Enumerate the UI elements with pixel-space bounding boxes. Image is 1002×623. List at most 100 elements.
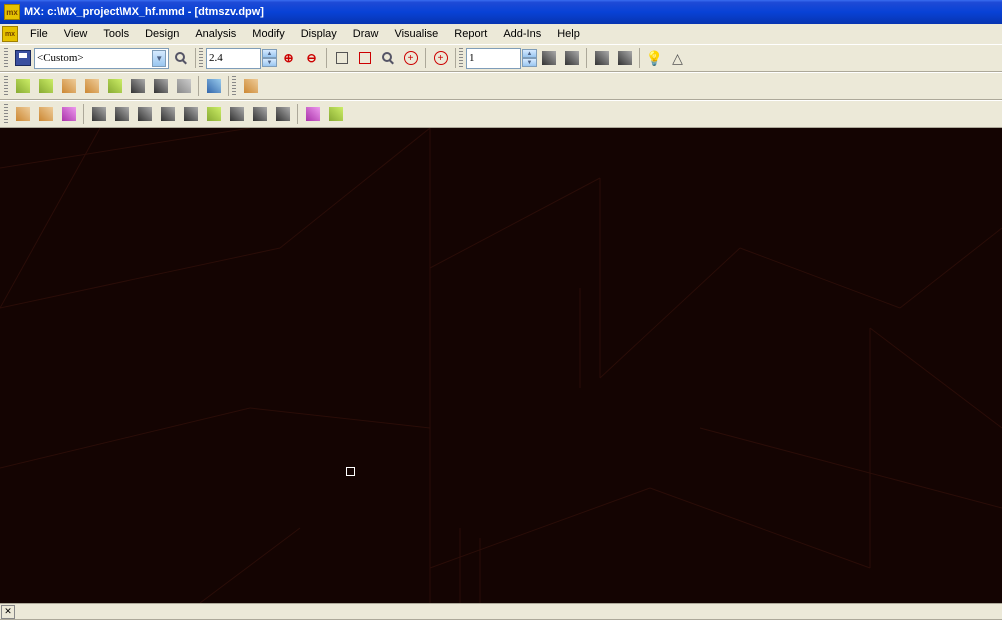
menu-view[interactable]: View (56, 26, 96, 42)
toolbar-main: ▼ ▲▼ ⊕ ⊖ ▲▼ 💡 △ (0, 44, 1002, 72)
tool-btn-4[interactable] (80, 75, 103, 97)
separator (586, 48, 587, 68)
zoom-input[interactable] (206, 48, 261, 69)
warning-button[interactable]: △ (666, 47, 689, 69)
tool-btn-9[interactable] (202, 75, 225, 97)
scale-spinner[interactable]: ▲▼ (522, 49, 537, 67)
tool-icon (85, 79, 99, 93)
layer-combo[interactable]: ▼ (34, 48, 169, 69)
view3d-icon (542, 51, 556, 65)
draw-btn-6[interactable] (133, 103, 156, 125)
menu-addins[interactable]: Add-Ins (495, 26, 549, 42)
spin-up-icon[interactable]: ▲ (522, 49, 537, 58)
zoom-in-icon: ⊕ (283, 52, 293, 64)
draw-btn-4[interactable] (87, 103, 110, 125)
tool-icon (306, 107, 320, 121)
tool-icon (16, 79, 30, 93)
zoom-in-button[interactable]: ⊕ (277, 47, 300, 69)
tool-btn-2[interactable] (34, 75, 57, 97)
zoom-window-button[interactable] (330, 47, 353, 69)
tool-btn-8[interactable] (172, 75, 195, 97)
tool-icon (108, 79, 122, 93)
menu-bar: mx File View Tools Design Analysis Modif… (0, 24, 1002, 44)
zoom-previous-button[interactable] (376, 47, 399, 69)
mesh-overlay (0, 128, 1002, 603)
tool-btn-7[interactable] (149, 75, 172, 97)
pan-button[interactable] (399, 47, 422, 69)
cube-icon (595, 51, 609, 65)
tool-icon (16, 107, 30, 121)
draw-btn-11[interactable] (248, 103, 271, 125)
grip[interactable] (459, 48, 463, 68)
draw-btn-7[interactable] (156, 103, 179, 125)
lightbulb-button[interactable]: 💡 (643, 47, 666, 69)
separator (455, 48, 456, 68)
menu-modify[interactable]: Modify (244, 26, 292, 42)
tool-icon (276, 107, 290, 121)
find-button[interactable] (169, 47, 192, 69)
tool-btn-5[interactable] (103, 75, 126, 97)
scale-value-input[interactable] (469, 52, 518, 64)
draw-btn-5[interactable] (110, 103, 133, 125)
zoom-extents-button[interactable] (353, 47, 376, 69)
tool-icon (92, 107, 106, 121)
center-button[interactable] (429, 47, 452, 69)
grip[interactable] (232, 76, 236, 96)
separator (198, 76, 199, 96)
grip[interactable] (4, 76, 8, 96)
tool-btn-10[interactable] (239, 75, 262, 97)
grip[interactable] (199, 48, 203, 68)
draw-btn-10[interactable] (225, 103, 248, 125)
refresh-button[interactable] (560, 47, 583, 69)
layer-combo-input[interactable] (37, 52, 152, 64)
menu-design[interactable]: Design (137, 26, 187, 42)
draw-btn-12[interactable] (271, 103, 294, 125)
close-panel-button[interactable]: ✕ (1, 605, 15, 619)
spin-down-icon[interactable]: ▼ (522, 58, 537, 67)
menu-analysis[interactable]: Analysis (187, 26, 244, 42)
draw-btn-8[interactable] (179, 103, 202, 125)
zoom-spinner[interactable]: ▲▼ (262, 49, 277, 67)
separator (195, 48, 196, 68)
cube-button[interactable] (590, 47, 613, 69)
tool-btn-1[interactable] (11, 75, 34, 97)
separator (228, 76, 229, 96)
magnifier-icon (175, 52, 185, 62)
grip[interactable] (4, 104, 8, 124)
refresh-icon (565, 51, 579, 65)
drawing-viewport[interactable] (0, 128, 1002, 603)
menu-visualise[interactable]: Visualise (386, 26, 446, 42)
spin-down-icon[interactable]: ▼ (262, 58, 277, 67)
command-panel[interactable] (0, 619, 1002, 623)
tool-btn-3[interactable] (57, 75, 80, 97)
draw-btn-9[interactable] (202, 103, 225, 125)
separator (425, 48, 426, 68)
menu-display[interactable]: Display (293, 26, 345, 42)
draw-btn-13[interactable] (301, 103, 324, 125)
menu-tools[interactable]: Tools (95, 26, 137, 42)
draw-btn-14[interactable] (324, 103, 347, 125)
flag-icon (244, 79, 258, 93)
zoom-value-input[interactable] (209, 52, 258, 64)
menu-report[interactable]: Report (446, 26, 495, 42)
layers-button[interactable] (613, 47, 636, 69)
app-icon-small: mx (2, 26, 18, 42)
tool-btn-6[interactable] (126, 75, 149, 97)
zoom-previous-icon (382, 52, 392, 62)
tool-icon (115, 107, 129, 121)
save-button[interactable] (11, 47, 34, 69)
menu-file[interactable]: File (22, 26, 56, 42)
spin-up-icon[interactable]: ▲ (262, 49, 277, 58)
zoom-out-icon: ⊖ (306, 52, 316, 64)
draw-btn-3[interactable] (57, 103, 80, 125)
zoom-out-button[interactable]: ⊖ (300, 47, 323, 69)
tool-icon (230, 107, 244, 121)
draw-btn-1[interactable] (11, 103, 34, 125)
menu-help[interactable]: Help (549, 26, 588, 42)
view3d-button[interactable] (537, 47, 560, 69)
scale-input[interactable] (466, 48, 521, 69)
dropdown-icon[interactable]: ▼ (152, 50, 166, 67)
menu-draw[interactable]: Draw (345, 26, 387, 42)
grip[interactable] (4, 48, 8, 68)
draw-btn-2[interactable] (34, 103, 57, 125)
